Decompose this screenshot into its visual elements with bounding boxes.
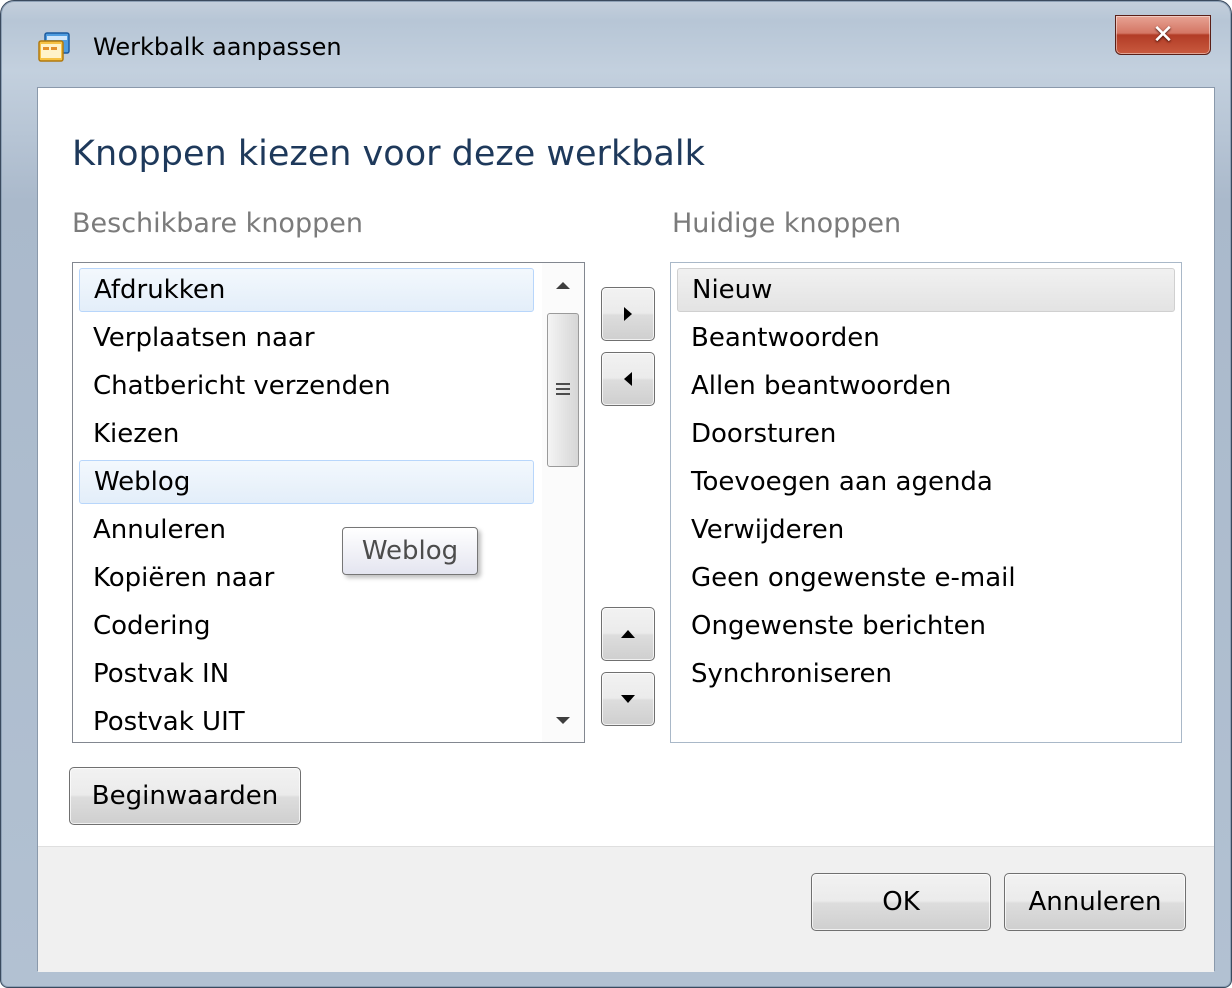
- tooltip: Weblog: [342, 527, 478, 575]
- toolbar-window-icon: [37, 31, 73, 65]
- move-down-button[interactable]: [601, 672, 655, 726]
- available-buttons-list[interactable]: Afdrukken Verplaatsen naar Chatbericht v…: [72, 262, 585, 743]
- list-item[interactable]: Toevoegen aan agenda: [677, 460, 1175, 504]
- list-item[interactable]: Postvak IN: [79, 652, 534, 696]
- add-button[interactable]: [601, 287, 655, 341]
- list-item[interactable]: Afdrukken: [79, 268, 534, 312]
- arrow-left-icon: [624, 372, 632, 386]
- list-item[interactable]: Weblog: [79, 460, 534, 504]
- vertical-scrollbar[interactable]: [542, 263, 584, 742]
- dialog-footer: OK Annuleren: [38, 846, 1214, 972]
- close-button[interactable]: ✕: [1115, 15, 1211, 55]
- page-title: Knoppen kiezen voor deze werkbalk: [72, 134, 705, 174]
- list-item[interactable]: Chatbericht verzenden: [79, 364, 534, 408]
- arrow-right-icon: [624, 307, 632, 321]
- arrow-up-icon: [621, 630, 635, 638]
- scroll-down-arrow-icon: [556, 716, 570, 724]
- list-item[interactable]: Nieuw: [677, 268, 1175, 312]
- list-item[interactable]: Beantwoorden: [677, 316, 1175, 360]
- current-buttons-list[interactable]: Nieuw Beantwoorden Allen beantwoorden Do…: [670, 262, 1182, 743]
- remove-button[interactable]: [601, 352, 655, 406]
- list-item[interactable]: Verwijderen: [677, 508, 1175, 552]
- list-item[interactable]: Postvak UIT: [79, 700, 534, 742]
- arrow-down-icon: [621, 695, 635, 703]
- cancel-button[interactable]: Annuleren: [1004, 873, 1186, 931]
- scroll-up-arrow-icon: [556, 281, 570, 289]
- list-item[interactable]: Allen beantwoorden: [677, 364, 1175, 408]
- list-item[interactable]: Verplaatsen naar: [79, 316, 534, 360]
- list-item[interactable]: Codering: [79, 604, 534, 648]
- list-item[interactable]: Synchroniseren: [677, 652, 1175, 696]
- window-title: Werkbalk aanpassen: [93, 33, 342, 61]
- list-item[interactable]: Doorsturen: [677, 412, 1175, 456]
- current-buttons-label: Huidige knoppen: [672, 208, 902, 239]
- scroll-down-button[interactable]: [542, 700, 584, 740]
- title-bar[interactable]: Werkbalk aanpassen ✕: [1, 1, 1231, 87]
- available-buttons-label: Beschikbare knoppen: [72, 208, 363, 239]
- ok-button[interactable]: OK: [811, 873, 991, 931]
- list-item[interactable]: Kiezen: [79, 412, 534, 456]
- dialog-content: Knoppen kiezen voor deze werkbalk Beschi…: [37, 87, 1215, 972]
- dialog-window: Werkbalk aanpassen ✕ Knoppen kiezen voor…: [0, 0, 1232, 988]
- close-icon: ✕: [1152, 20, 1174, 50]
- move-up-button[interactable]: [601, 607, 655, 661]
- list-item[interactable]: Geen ongewenste e-mail: [677, 556, 1175, 600]
- list-item[interactable]: Ongewenste berichten: [677, 604, 1175, 648]
- reset-button[interactable]: Beginwaarden: [69, 767, 301, 825]
- scroll-thumb[interactable]: [547, 313, 579, 467]
- grip-icon: [556, 383, 570, 397]
- scroll-up-button[interactable]: [542, 265, 584, 305]
